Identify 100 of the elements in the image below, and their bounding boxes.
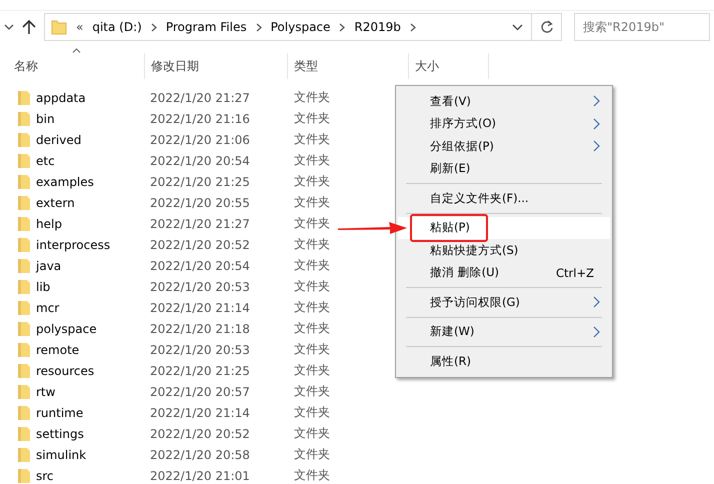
folder-icon — [17, 258, 31, 274]
modified-date: 2022/1/20 21:25 — [150, 364, 251, 378]
refresh-icon — [540, 20, 554, 34]
modified-date: 2022/1/20 20:57 — [150, 384, 251, 398]
modified-date: 2022/1/20 21:14 — [150, 406, 251, 420]
column-header[interactable]: 名称 — [0, 53, 145, 79]
menu-item[interactable]: 排序方式(O) — [398, 112, 610, 135]
file-type: 文件夹 — [294, 299, 330, 316]
menu-item[interactable]: 查看(V) — [398, 90, 610, 112]
chevron-right-icon[interactable] — [410, 22, 416, 32]
menu-item[interactable]: 属性(R) — [398, 350, 610, 372]
file-name[interactable]: java — [36, 258, 150, 272]
breadcrumb-item[interactable]: R2019b — [354, 20, 401, 34]
modified-date: 2022/1/20 20:54 — [150, 154, 251, 168]
file-type: 文件夹 — [294, 383, 330, 400]
folder-icon — [17, 342, 31, 358]
modified-date: 2022/1/20 21:27 — [150, 90, 251, 104]
file-name[interactable]: polyspace — [36, 322, 150, 336]
file-name[interactable]: runtime — [36, 406, 150, 420]
file-type: 文件夹 — [294, 404, 330, 421]
folder-icon — [17, 194, 31, 210]
breadcrumb-item[interactable]: Polyspace — [270, 20, 330, 34]
modified-date: 2022/1/20 21:06 — [150, 132, 251, 146]
file-name[interactable]: settings — [36, 426, 150, 440]
folder-icon — [17, 90, 31, 106]
file-name[interactable]: simulink — [36, 448, 150, 462]
folder-icon — [51, 19, 67, 35]
file-name[interactable]: bin — [36, 112, 150, 126]
modified-date: 2022/1/20 21:16 — [150, 112, 251, 126]
modified-date: 2022/1/20 20:52 — [150, 238, 251, 252]
column-header[interactable]: 修改日期 — [145, 53, 288, 79]
arrow-drawing — [338, 221, 408, 235]
folder-icon — [17, 384, 31, 400]
menu-item[interactable]: 粘贴快捷方式(S) — [398, 239, 610, 262]
shortcut-label: Ctrl+Z — [556, 266, 594, 280]
folder-icon — [17, 468, 31, 484]
menu-item[interactable]: 自定义文件夹(F)... — [398, 187, 610, 210]
address-bar[interactable]: « qita (D:) Program Files Polyspace R2019b — [44, 13, 532, 41]
file-type: 文件夹 — [294, 110, 330, 127]
modified-date: 2022/1/20 21:25 — [150, 174, 251, 188]
file-name[interactable]: etc — [36, 154, 150, 168]
file-name[interactable]: interprocess — [36, 238, 150, 252]
file-name[interactable]: lib — [36, 280, 150, 294]
menu-item[interactable]: 分组依据(P) — [398, 135, 610, 158]
folder-icon — [17, 404, 31, 420]
modified-date: 2022/1/20 21:18 — [150, 322, 251, 336]
file-type: 文件夹 — [294, 467, 330, 484]
folder-icon — [17, 152, 31, 168]
modified-date: 2022/1/20 20:58 — [150, 448, 251, 462]
folder-icon — [17, 132, 31, 148]
menu-item[interactable]: 新建(W) — [398, 320, 610, 343]
chevron-right-icon[interactable] — [256, 22, 262, 32]
file-name[interactable]: src — [36, 468, 150, 482]
chevron-right-icon[interactable] — [339, 22, 346, 32]
file-type: 文件夹 — [294, 278, 330, 295]
file-name[interactable]: mcr — [36, 300, 150, 314]
refresh-button[interactable] — [532, 13, 562, 41]
menu-item[interactable]: 撤消 删除(U) Ctrl+Z — [398, 262, 610, 284]
search-field[interactable]: 搜索"R2019b" — [574, 13, 710, 41]
file-name[interactable]: help — [36, 216, 150, 230]
column-header[interactable]: 类型 — [288, 53, 409, 79]
breadcrumb-item[interactable]: qita (D:) — [92, 20, 142, 34]
menu-item[interactable]: 刷新(E) — [398, 158, 610, 180]
folder-icon — [17, 110, 31, 126]
modified-date: 2022/1/20 20:52 — [150, 426, 251, 440]
menu-item[interactable]: 授予访问权限(G) — [398, 291, 610, 314]
file-name[interactable]: examples — [36, 174, 150, 188]
modified-date: 2022/1/20 20:53 — [150, 280, 251, 294]
file-type: 文件夹 — [294, 131, 330, 148]
breadcrumb-item[interactable]: Program Files — [166, 20, 247, 34]
file-name[interactable]: remote — [36, 342, 150, 356]
menu-item[interactable]: 粘贴(P) — [398, 216, 610, 239]
dropdown-icon[interactable] — [512, 24, 523, 30]
file-type: 文件夹 — [294, 320, 330, 337]
file-type: 文件夹 — [294, 257, 330, 274]
overflow-chevron[interactable]: « — [76, 20, 84, 34]
modified-date: 2022/1/20 21:14 — [150, 300, 251, 314]
sort-caret-icon — [72, 48, 81, 53]
folder-icon — [17, 236, 31, 252]
folder-icon — [17, 320, 31, 336]
folder-icon — [17, 426, 31, 442]
chevron-right-icon[interactable] — [150, 22, 157, 32]
file-name[interactable]: extern — [36, 196, 150, 210]
file-name[interactable]: appdata — [36, 90, 150, 104]
dropdown-icon[interactable] — [4, 23, 14, 31]
modified-date: 2022/1/20 21:01 — [150, 468, 251, 482]
modified-date: 2022/1/20 21:27 — [150, 216, 251, 230]
modified-date: 2022/1/20 20:55 — [150, 196, 251, 210]
file-name[interactable]: rtw — [36, 384, 150, 398]
folder-icon — [17, 446, 31, 462]
column-header[interactable]: 大小 — [409, 53, 489, 79]
file-type: 文件夹 — [294, 341, 330, 358]
file-type: 文件夹 — [294, 362, 330, 379]
folder-icon — [17, 174, 31, 190]
file-name[interactable]: derived — [36, 132, 150, 146]
file-type: 文件夹 — [294, 425, 330, 442]
up-arrow-icon[interactable] — [22, 19, 36, 35]
file-type: 文件夹 — [294, 173, 330, 190]
file-type: 文件夹 — [294, 236, 330, 253]
file-name[interactable]: resources — [36, 364, 150, 378]
